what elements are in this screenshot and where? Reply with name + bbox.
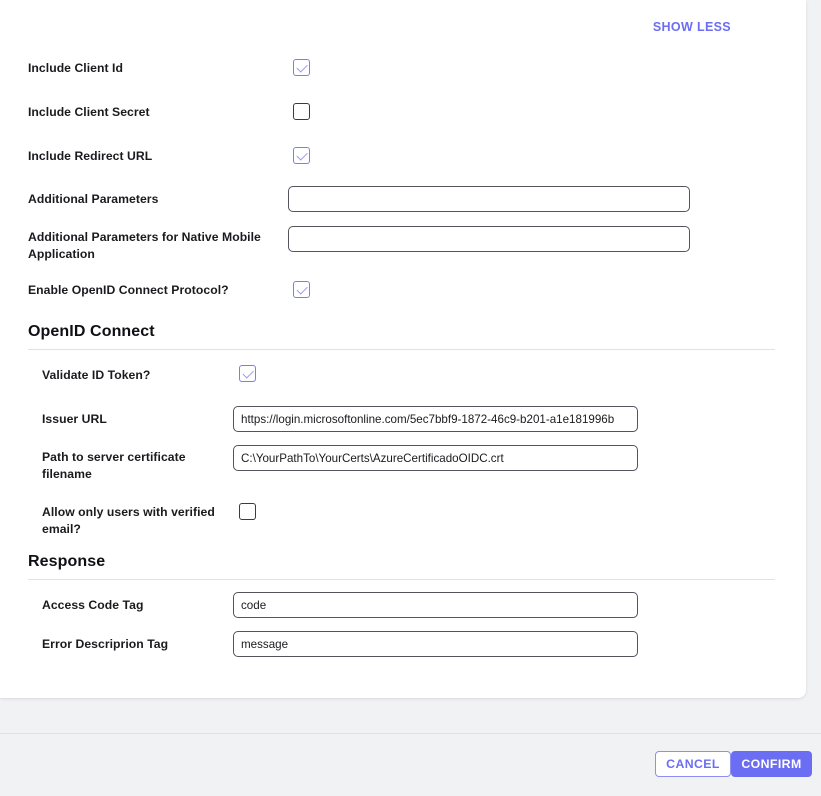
include-redirect-url-checkbox[interactable] <box>293 147 310 164</box>
field-label: Allow only users with verified email? <box>42 505 215 536</box>
field-label: Path to server certificate filename <box>42 450 186 481</box>
show-less-button[interactable]: SHOW LESS <box>653 20 731 34</box>
field-label: Error Descriprion Tag <box>42 637 169 651</box>
enable-openid-connect-checkbox[interactable] <box>293 281 310 298</box>
path-to-server-certificate-input[interactable] <box>233 445 638 471</box>
field-label: Access Code Tag <box>42 598 144 612</box>
validate-id-token-checkbox[interactable] <box>239 365 256 382</box>
field-label: Include Redirect URL <box>28 149 153 163</box>
allow-verified-email-only-checkbox[interactable] <box>239 503 256 520</box>
settings-card: SHOW LESS Include Client Id Include Clie… <box>0 0 806 698</box>
section-divider <box>28 579 775 580</box>
additional-parameters-native-mobile-input[interactable] <box>288 226 690 252</box>
issuer-url-input[interactable] <box>233 406 638 432</box>
additional-parameters-input[interactable] <box>288 186 690 212</box>
field-label: Issuer URL <box>42 412 107 426</box>
section-title: Response <box>28 553 106 570</box>
section-divider <box>28 349 775 350</box>
include-client-id-checkbox[interactable] <box>293 59 310 76</box>
include-client-secret-checkbox[interactable] <box>293 103 310 120</box>
confirm-button[interactable]: CONFIRM <box>731 751 812 777</box>
section-title: OpenID Connect <box>28 323 155 340</box>
access-code-tag-input[interactable] <box>233 592 638 618</box>
cancel-button[interactable]: CANCEL <box>655 751 731 777</box>
footer-bar: CANCEL CONFIRM <box>0 734 821 796</box>
field-label: Validate ID Token? <box>42 368 151 382</box>
card-header: SHOW LESS <box>0 0 806 52</box>
field-label: Include Client Secret <box>28 105 150 119</box>
field-label: Additional Parameters for Native Mobile … <box>28 230 261 261</box>
error-description-tag-input[interactable] <box>233 631 638 657</box>
field-label: Additional Parameters <box>28 192 159 206</box>
field-label: Enable OpenID Connect Protocol? <box>28 283 229 297</box>
field-label: Include Client Id <box>28 61 123 75</box>
